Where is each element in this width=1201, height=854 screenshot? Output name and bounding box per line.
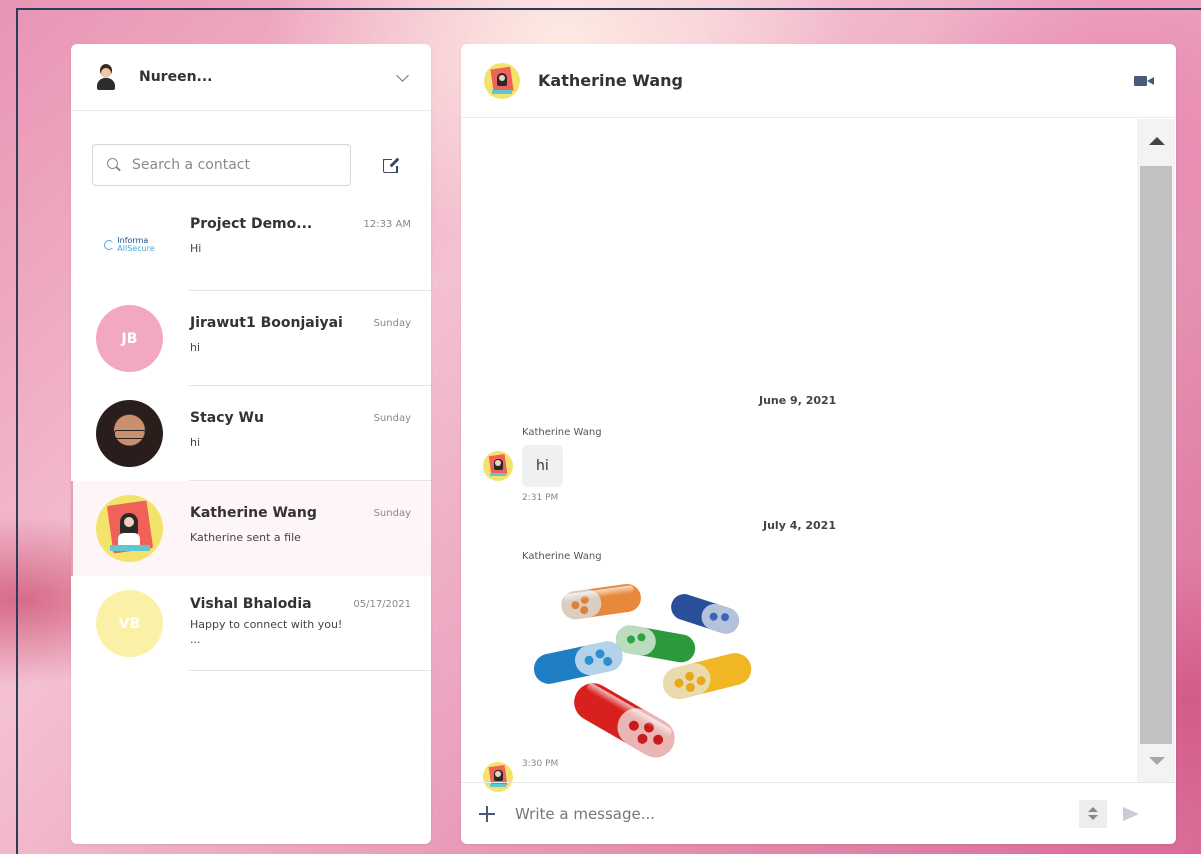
- logo-text-line2: AllSecure: [117, 243, 155, 253]
- message-bubble[interactable]: hi: [522, 445, 563, 487]
- avatar-photo-detail: [114, 430, 146, 439]
- chat-avatar: [484, 62, 520, 99]
- scroll-down-arrow-icon[interactable]: [1149, 757, 1165, 765]
- contact-avatar-initials: VB: [96, 590, 163, 657]
- search-input[interactable]: [132, 156, 332, 173]
- contacts-panel: Nureen... Informa AllSecure Project Demo…: [71, 44, 431, 844]
- message-sender: Katherine Wang: [522, 427, 602, 438]
- account-switcher[interactable]: Nureen...: [71, 44, 431, 111]
- contact-time: Sunday: [373, 318, 411, 329]
- contact-preview-more: ...: [190, 633, 201, 646]
- search-icon: [107, 157, 121, 172]
- contact-list: Informa AllSecure Project Demo... Hi 12:…: [71, 198, 431, 671]
- scroll-thumb[interactable]: [1140, 166, 1172, 744]
- contact-item[interactable]: JB Jirawut1 Boonjaiyai hi Sunday: [71, 291, 431, 386]
- search-row: [71, 111, 431, 198]
- contact-time: Sunday: [373, 508, 411, 519]
- contact-avatar-logo: Informa AllSecure: [96, 211, 163, 278]
- contact-item-active[interactable]: Katherine Wang Katherine sent a file Sun…: [71, 481, 431, 576]
- contact-avatar-initials: JB: [96, 305, 163, 372]
- contact-preview: Hi: [190, 242, 202, 255]
- contact-time: 05/17/2021: [353, 599, 411, 610]
- contact-preview: hi: [190, 436, 201, 449]
- scroll-up-arrow-icon[interactable]: [1149, 137, 1165, 145]
- account-name: Nureen...: [139, 69, 213, 85]
- scrollbar[interactable]: [1137, 119, 1175, 782]
- contact-avatar-photo: [96, 495, 163, 562]
- plus-icon[interactable]: [479, 805, 495, 822]
- message-list: June 9, 2021 Katherine Wang hi 2:31 PM J…: [461, 119, 1137, 792]
- contact-time: Sunday: [373, 413, 411, 424]
- compose-icon[interactable]: [381, 155, 401, 175]
- stepper-icon[interactable]: [1079, 799, 1107, 828]
- row-divider: [189, 670, 431, 671]
- contact-preview: Happy to connect with you!: [190, 618, 343, 631]
- contact-preview: Katherine sent a file: [190, 531, 301, 544]
- chat-panel: Katherine Wang June 9, 2021 Katherine Wa…: [461, 44, 1176, 844]
- account-avatar: [95, 64, 117, 90]
- date-separator: July 4, 2021: [763, 519, 836, 532]
- message-avatar: [483, 451, 513, 481]
- message-composer: [461, 782, 1176, 844]
- contact-time: 12:33 AM: [363, 219, 411, 230]
- contact-item[interactable]: Informa AllSecure Project Demo... Hi 12:…: [71, 198, 431, 291]
- message-text: hi: [536, 458, 549, 474]
- message-time: 3:30 PM: [522, 759, 559, 769]
- send-icon[interactable]: [1121, 806, 1141, 822]
- avatar-initials: JB: [121, 330, 138, 347]
- image-attachment[interactable]: [521, 581, 761, 766]
- date-separator: June 9, 2021: [759, 394, 837, 407]
- message-input[interactable]: [515, 804, 1075, 823]
- message-sender: Katherine Wang: [522, 551, 602, 562]
- chat-title: Katherine Wang: [538, 71, 683, 90]
- contact-preview: hi: [190, 341, 201, 354]
- chat-header: Katherine Wang: [461, 44, 1176, 118]
- contact-item[interactable]: Stacy Wu hi Sunday: [71, 386, 431, 481]
- chevron-down-icon[interactable]: [395, 70, 409, 84]
- video-call-icon[interactable]: [1134, 74, 1156, 88]
- contact-item[interactable]: VB Vishal Bhalodia Happy to connect with…: [71, 576, 431, 671]
- message-time: 2:31 PM: [522, 493, 559, 503]
- contact-avatar-photo: [96, 400, 163, 467]
- logo-ring-icon: [104, 239, 115, 250]
- search-box[interactable]: [92, 143, 351, 186]
- avatar-initials: VB: [118, 615, 141, 632]
